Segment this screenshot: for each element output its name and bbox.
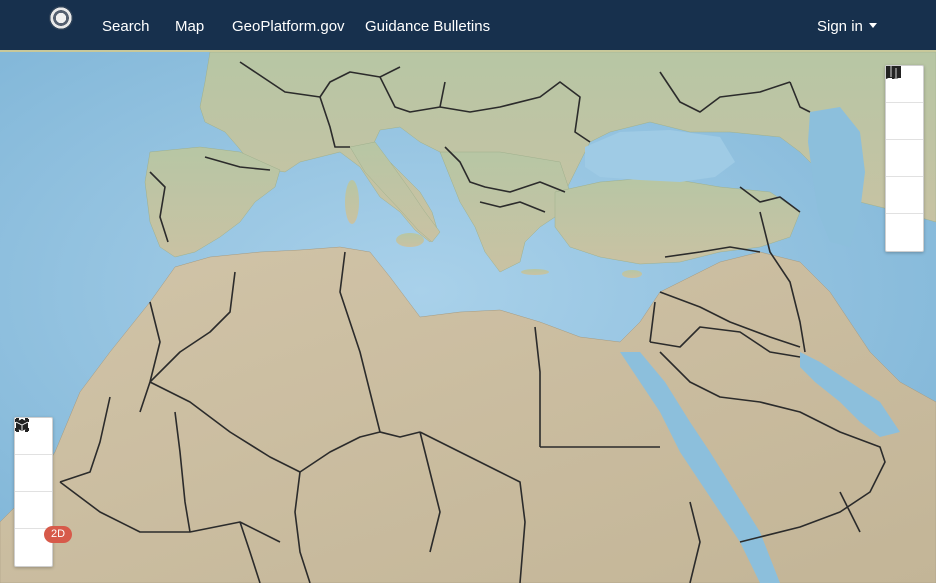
black-sea: [585, 130, 735, 182]
map-view[interactable]: 2D: [0, 52, 936, 583]
top-navbar: Search Map GeoPlatform.gov Guidance Bull…: [0, 0, 936, 52]
sign-in-dropdown[interactable]: Sign in: [817, 18, 877, 36]
view-mode-icon: [15, 419, 29, 431]
zoom-out-button[interactable]: [15, 424, 52, 492]
filter-button[interactable]: [886, 67, 923, 214]
nav-map-link[interactable]: Map: [175, 18, 204, 36]
department-seal-logo[interactable]: [49, 6, 73, 30]
zoom-controls-panel: [14, 417, 53, 567]
basemap-button[interactable]: [886, 66, 923, 251]
crete-island: [521, 269, 549, 275]
sicily-island: [396, 233, 424, 247]
attribute-table-button[interactable]: [886, 66, 923, 177]
caret-down-icon: [868, 23, 877, 28]
fullscreen-button[interactable]: [15, 418, 52, 529]
nav-guidance-bulletins-link[interactable]: Guidance Bulletins: [365, 18, 490, 36]
layers-button[interactable]: [886, 66, 923, 140]
cyprus-island: [622, 270, 642, 278]
nav-geoplatform-link[interactable]: GeoPlatform.gov: [232, 18, 345, 36]
sign-in-label: Sign in: [817, 18, 863, 35]
nav-search-link[interactable]: Search: [102, 18, 150, 36]
map-tools-panel: [885, 65, 924, 252]
sardinia-island: [345, 180, 359, 224]
map-canvas[interactable]: [0, 52, 936, 583]
view-mode-badge[interactable]: 2D: [44, 526, 72, 543]
basemap-icon: [886, 66, 901, 79]
